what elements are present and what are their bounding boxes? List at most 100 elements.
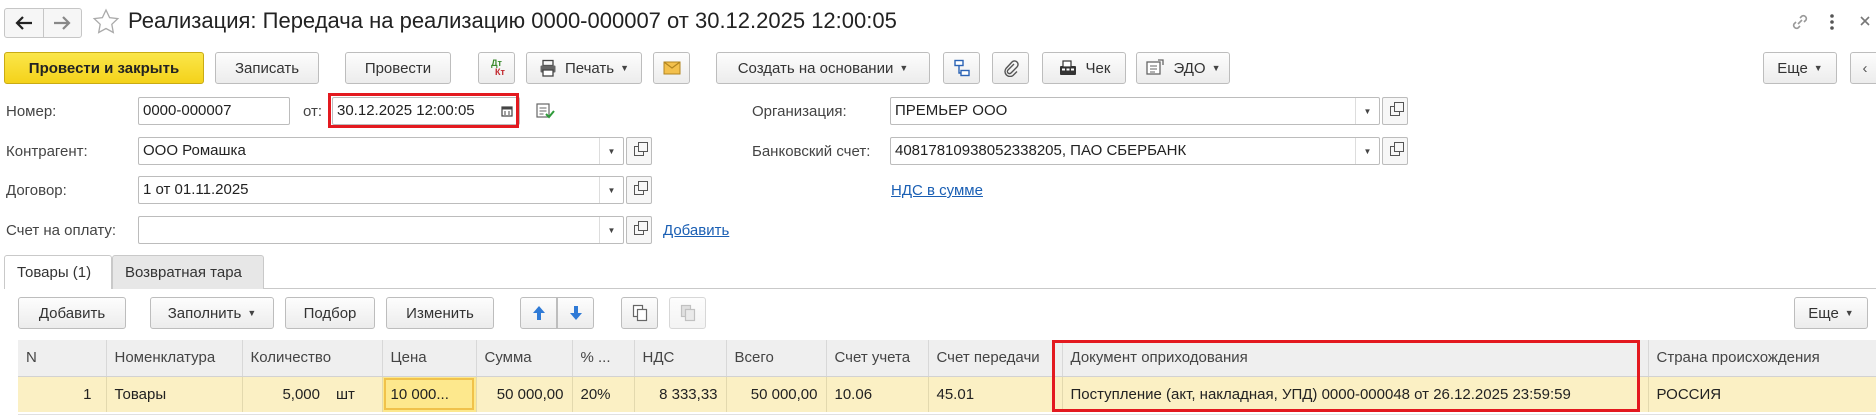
cell-nomenclature[interactable]: Товары — [106, 376, 243, 412]
column-header-receipt-document[interactable]: Документ оприходования — [1062, 340, 1649, 377]
counterparty-label: Контрагент: — [6, 143, 88, 160]
post-button[interactable]: Провести — [345, 52, 451, 84]
nav-back-forward — [4, 8, 82, 38]
add-row-button[interactable]: Добавить — [18, 297, 126, 329]
contract-value: 1 от 01.11.2025 — [143, 181, 249, 198]
create-based-on-label: Создать на основании — [737, 59, 894, 77]
column-header-transfer-account[interactable]: Счет передачи — [928, 340, 1063, 377]
edo-icon — [1146, 59, 1165, 75]
column-header-price[interactable]: Цена — [382, 340, 477, 377]
date-label: от: — [303, 103, 323, 120]
date-field[interactable]: 30.12.2025 12:00:05 — [332, 97, 520, 125]
change-button[interactable]: Изменить — [386, 297, 494, 329]
paste-rows-button[interactable] — [669, 297, 706, 329]
favorite-star-button[interactable] — [92, 8, 120, 39]
invoice-open-button[interactable] — [626, 216, 652, 244]
chevron-down-icon[interactable]: ▼ — [599, 138, 623, 164]
column-header-vat[interactable]: НДС — [634, 340, 727, 377]
cell-vat-rate[interactable]: 20% — [572, 376, 635, 412]
chevron-down-icon[interactable]: ▼ — [599, 217, 623, 243]
column-header-total[interactable]: Всего — [726, 340, 827, 377]
invoice-field[interactable]: ▼ — [138, 216, 624, 244]
open-window-icon — [1390, 142, 1404, 156]
table-more-button[interactable]: Еще ▼ — [1794, 297, 1868, 329]
tab-goods[interactable]: Товары (1) — [4, 255, 112, 289]
counterparty-field[interactable]: ООО Ромашка ▼ — [138, 137, 624, 165]
cell-account[interactable]: 10.06 — [826, 376, 929, 412]
chevron-down-icon: ▼ — [620, 63, 630, 73]
organization-label: Организация: — [752, 103, 847, 120]
fill-button[interactable]: Заполнить ▼ — [150, 297, 274, 329]
column-header-amount[interactable]: Сумма — [476, 340, 573, 377]
more-label: Еще — [1777, 59, 1808, 77]
column-header-n[interactable]: N — [18, 340, 107, 377]
print-button[interactable]: Печать ▼ — [526, 52, 642, 84]
save-button[interactable]: Записать — [215, 52, 319, 84]
link-icon[interactable] — [1790, 12, 1810, 35]
document-status-icon[interactable] — [535, 102, 555, 123]
bank-account-label: Банковский счет: — [752, 143, 871, 160]
column-header-quantity[interactable]: Количество — [242, 340, 383, 377]
chevron-down-icon[interactable]: ▼ — [1355, 138, 1379, 164]
forward-button[interactable] — [44, 9, 82, 37]
column-header-nomenclature[interactable]: Номенклатура — [106, 340, 243, 377]
chevron-left-icon: ‹ — [1862, 59, 1868, 77]
cell-transfer-account[interactable]: 45.01 — [928, 376, 1063, 412]
cell-country-of-origin[interactable]: РОССИЯ — [1648, 376, 1876, 412]
cell-quantity[interactable]: 5,000 — [242, 376, 328, 412]
structure-button[interactable] — [943, 52, 980, 84]
number-field[interactable]: 0000-000007 — [138, 97, 290, 125]
contract-field[interactable]: 1 от 01.11.2025 ▼ — [138, 176, 624, 204]
selection-button[interactable]: Подбор — [285, 297, 375, 329]
cell-vat[interactable]: 8 333,33 — [634, 376, 727, 412]
calendar-icon[interactable] — [495, 98, 519, 124]
copy-rows-button[interactable] — [621, 297, 658, 329]
cell-n[interactable]: 1 — [18, 376, 107, 412]
post-and-close-button[interactable]: Провести и закрыть — [4, 52, 204, 84]
column-header-vat-rate[interactable]: % ... — [572, 340, 635, 377]
column-header-account[interactable]: Счет учета — [826, 340, 929, 377]
counterparty-open-button[interactable] — [626, 137, 652, 165]
back-button[interactable] — [5, 9, 44, 37]
organization-field[interactable]: ПРЕМЬЕР ООО ▼ — [890, 97, 1380, 125]
add-invoice-link[interactable]: Добавить — [663, 222, 729, 239]
vat-in-amount-link[interactable]: НДС в сумме — [891, 182, 983, 199]
chevron-down-icon[interactable]: ▼ — [599, 177, 623, 203]
more-button[interactable]: Еще ▼ — [1763, 52, 1837, 84]
paste-icon — [680, 304, 695, 322]
cash-register-icon — [1059, 60, 1076, 75]
edo-button[interactable]: ЭДО ▼ — [1136, 52, 1230, 84]
organization-value: ПРЕМЬЕР ООО — [895, 102, 1008, 119]
table-row[interactable]: 1 Товары 5,000 шт 10 000... 50 000,00 20… — [18, 376, 1876, 412]
cell-amount[interactable]: 50 000,00 — [476, 376, 573, 412]
more-vertical-icon[interactable] — [1829, 12, 1835, 35]
bank-account-field[interactable]: 40817810938052338205, ПАО СБЕРБАНК ▼ — [890, 137, 1380, 165]
move-down-button[interactable] — [557, 297, 594, 329]
email-button[interactable] — [653, 52, 690, 84]
contract-open-button[interactable] — [626, 176, 652, 204]
table-more-label: Еще — [1808, 304, 1839, 322]
cell-price[interactable]: 10 000... — [382, 376, 477, 412]
move-up-button[interactable] — [520, 297, 557, 329]
cell-total[interactable]: 50 000,00 — [726, 376, 827, 412]
chevron-down-icon: ▼ — [1211, 63, 1221, 73]
cell-receipt-document[interactable]: Поступление (акт, накладная, УПД) 0000-0… — [1062, 376, 1649, 412]
dt-kt-button[interactable]: Дт Кт — [478, 52, 515, 84]
create-based-on-button[interactable]: Создать на основании ▼ — [716, 52, 930, 84]
star-icon — [92, 8, 120, 34]
chevron-down-icon[interactable]: ▼ — [1355, 98, 1379, 124]
page-title: Реализация: Передача на реализацию 0000-… — [128, 8, 897, 33]
overflow-button[interactable]: ‹ — [1850, 52, 1876, 84]
cell-unit[interactable]: шт — [328, 376, 383, 412]
column-header-country-of-origin[interactable]: Страна происхождения — [1648, 340, 1876, 377]
attachments-button[interactable] — [992, 52, 1029, 84]
open-window-icon — [1390, 102, 1404, 116]
bank-account-open-button[interactable] — [1382, 137, 1408, 165]
open-window-icon — [634, 142, 648, 156]
organization-open-button[interactable] — [1382, 97, 1408, 125]
invoice-label: Счет на оплату: — [6, 222, 117, 239]
receipt-button[interactable]: Чек — [1042, 52, 1126, 84]
chevron-down-icon: ▼ — [247, 308, 257, 318]
tab-returnable-packaging[interactable]: Возвратная тара — [112, 255, 264, 289]
close-icon[interactable] — [1858, 12, 1872, 33]
